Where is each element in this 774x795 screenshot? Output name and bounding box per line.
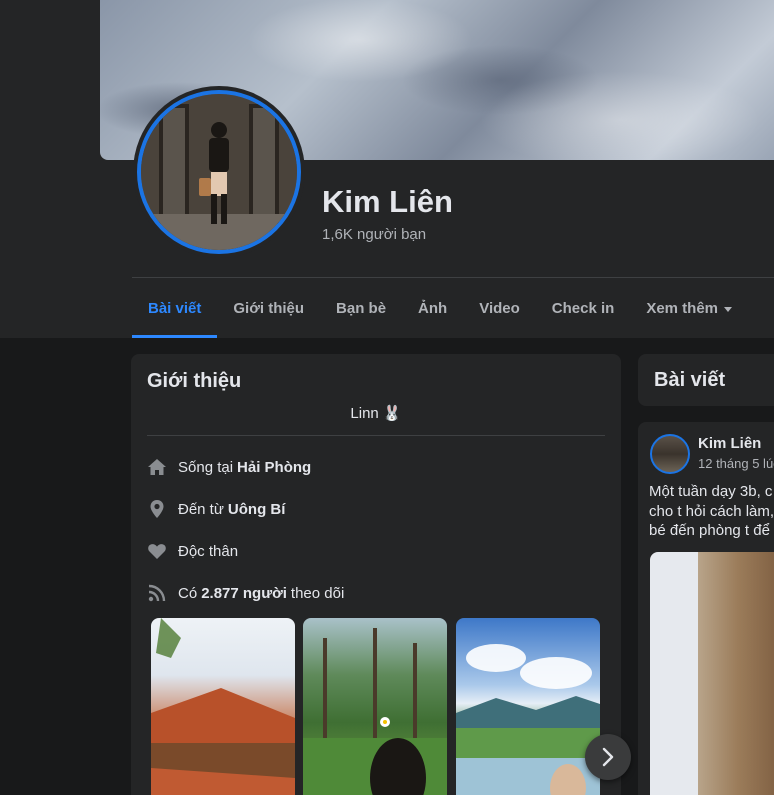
tab-posts[interactable]: Bài viết [132, 278, 218, 338]
intro-title: Giới thiệu [147, 370, 242, 392]
followers-value[interactable]: 2.877 người [201, 585, 287, 602]
info-from: Đến từ Uông Bí [147, 497, 285, 521]
post-author-avatar[interactable] [650, 434, 690, 474]
info-followers: Có 2.877 người theo dõi [147, 581, 344, 605]
profile-page: Kim Liên 1,6K người bạn Bài viết Giới th… [0, 0, 774, 795]
profile-avatar-image [137, 90, 301, 254]
tab-check-ins[interactable]: Check in [536, 278, 631, 338]
profile-name: Kim Liên [322, 184, 453, 219]
profile-header: Kim Liên 1,6K người bạn Bài viết Giới th… [0, 0, 774, 338]
tab-about[interactable]: Giới thiệu [217, 278, 320, 338]
bio-text: Linn 🐰 [350, 405, 402, 422]
featured-photo-3[interactable] [456, 618, 600, 795]
profile-avatar[interactable] [133, 86, 305, 258]
post-card: Kim Liên 12 tháng 5 lúc Một tuần dạy 3b,… [638, 422, 774, 795]
rss-icon [147, 583, 167, 603]
tab-more[interactable]: Xem thêm [630, 278, 748, 338]
home-icon [147, 457, 167, 477]
post-image[interactable] [650, 552, 774, 795]
photos-next-button[interactable] [585, 734, 631, 780]
post-text: Một tuần dạy 3b, c cho t hỏi cách làm, b… [649, 483, 774, 539]
info-lives-in: Sống tại Hải Phòng [147, 455, 311, 479]
profile-tabs: Bài viết Giới thiệu Bạn bè Ảnh Video Che… [132, 278, 748, 338]
friends-count[interactable]: 1,6K người bạn [322, 226, 426, 243]
tab-videos[interactable]: Video [463, 278, 536, 338]
featured-photo-2[interactable] [303, 618, 447, 795]
caret-down-icon [724, 306, 733, 312]
lives-in-value[interactable]: Hải Phòng [237, 459, 311, 476]
location-pin-icon [147, 499, 167, 519]
featured-photo-1[interactable] [151, 618, 295, 795]
intro-card: Giới thiệu Linn 🐰 Sống tại Hải Phòng Đến… [131, 354, 631, 795]
heart-icon [147, 541, 167, 561]
chevron-right-icon [602, 747, 614, 767]
post-author-name[interactable]: Kim Liên [698, 435, 761, 452]
from-value[interactable]: Uông Bí [228, 501, 286, 518]
posts-header-card: Bài viết [638, 354, 774, 406]
post-timestamp[interactable]: 12 tháng 5 lúc [698, 456, 774, 471]
tab-photos[interactable]: Ảnh [402, 278, 463, 338]
posts-title: Bài viết [654, 369, 726, 391]
intro-divider [147, 435, 605, 436]
info-relationship: Độc thân [147, 539, 238, 563]
tab-friends[interactable]: Bạn bè [320, 278, 402, 338]
